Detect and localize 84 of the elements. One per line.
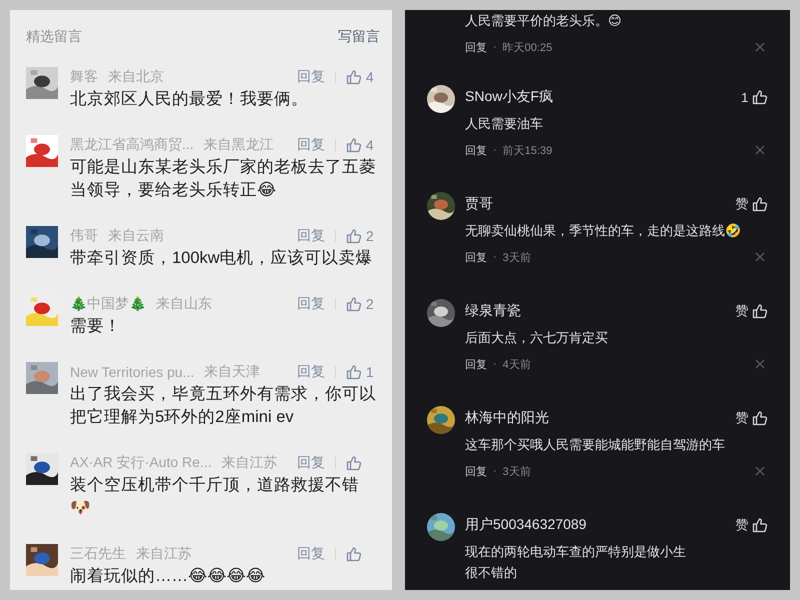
user-name: 黑龙江省高鸿商贸... bbox=[70, 136, 194, 154]
like-button[interactable]: 2 bbox=[346, 296, 376, 312]
reply-link[interactable]: 回复 bbox=[465, 356, 487, 372]
thumbs-up-icon bbox=[346, 296, 362, 312]
like-button[interactable]: 赞 bbox=[735, 195, 768, 213]
comment-time: 前天15:39 bbox=[502, 144, 552, 158]
user-location: 来自江苏 bbox=[222, 454, 278, 472]
comment-text: 需要！ bbox=[70, 316, 122, 337]
like-button[interactable]: 赞 bbox=[735, 516, 768, 534]
user-name: 贾哥 bbox=[465, 195, 493, 213]
comment-time: 昨天00:25 bbox=[502, 40, 552, 54]
reply-link[interactable]: 回复 bbox=[297, 363, 325, 381]
thumbs-up-icon bbox=[346, 228, 362, 244]
reply-link[interactable]: 回复 bbox=[297, 136, 325, 154]
thumbs-up-icon bbox=[752, 303, 768, 319]
reply-link[interactable]: 回复 bbox=[297, 454, 325, 472]
reply-link[interactable]: 回复 bbox=[465, 142, 487, 158]
reply-link[interactable]: 回复 bbox=[297, 227, 325, 245]
comment-time: 3天前 bbox=[502, 250, 531, 264]
thumbs-up-icon bbox=[346, 455, 362, 471]
reply-link[interactable]: 回复 bbox=[297, 545, 325, 563]
user-location: 来自黑龙江 bbox=[204, 136, 274, 154]
user-location: 来自江苏 bbox=[136, 545, 192, 563]
user-name: 舞客 bbox=[70, 68, 98, 86]
comment-text: 北京郊区人民的最爱！我要俩。 bbox=[70, 89, 309, 110]
user-location: 来自山东 bbox=[156, 295, 212, 313]
close-icon[interactable] bbox=[754, 144, 766, 156]
user-name: 用户500346327089 bbox=[465, 516, 586, 534]
user-name: 林海中的阳光 bbox=[465, 409, 549, 427]
reply-link[interactable]: 回复 bbox=[297, 68, 325, 86]
comment-text: 无聊卖仙桃仙果，季节性的车，走的是这路线🤣 bbox=[465, 222, 742, 240]
thumbs-up-icon bbox=[752, 517, 768, 533]
user-name: 🎄中国梦🎄 bbox=[70, 295, 146, 313]
comment-text: 人民需要油车 bbox=[465, 115, 544, 133]
comment-text: 可能是山东某老头乐厂家的老板去了五菱当领导，要给老头乐转正😂 bbox=[70, 157, 376, 201]
comment-text: 很不错的 bbox=[465, 564, 518, 582]
thumbs-up-icon bbox=[752, 196, 768, 212]
user-name: AX·AR 安行·Auto Re... bbox=[70, 454, 212, 472]
user-name: SNow小友F疯 bbox=[465, 88, 553, 106]
reply-link[interactable]: 回复 bbox=[297, 295, 325, 313]
like-button[interactable]: 4 bbox=[346, 69, 376, 85]
comment-text: 后面大点，六七万肯定买 bbox=[465, 329, 609, 347]
close-icon[interactable] bbox=[754, 465, 766, 477]
like-button[interactable]: 赞 bbox=[735, 302, 768, 320]
thumbs-up-icon bbox=[346, 69, 362, 85]
user-location: 来自北京 bbox=[108, 68, 164, 86]
thumbs-up-icon bbox=[752, 89, 768, 105]
comment-text: 人民需要平价的老头乐。😊 bbox=[465, 12, 623, 30]
reply-link[interactable]: 回复 bbox=[465, 464, 487, 478]
user-name: 三石先生 bbox=[70, 545, 126, 563]
comment-text: 出了我会买，毕竟五环外有需求，你可以把它理解为5环外的2座mini ev bbox=[70, 384, 376, 428]
user-name: 绿泉青瓷 bbox=[465, 302, 521, 320]
thumbs-up-icon bbox=[346, 137, 362, 153]
thumbs-up-icon bbox=[346, 546, 362, 562]
write-comment-link[interactable]: 写留言 bbox=[338, 28, 380, 46]
comment-time: 4天前 bbox=[502, 358, 531, 372]
user-location: 来自天津 bbox=[204, 363, 260, 381]
section-title: 精选留言 bbox=[26, 28, 82, 46]
like-button[interactable]: 1 bbox=[346, 364, 376, 380]
like-button[interactable]: 4 bbox=[346, 137, 376, 153]
comment-text: 带牵引资质，100kw电机，应该可以卖爆 bbox=[70, 248, 374, 269]
close-icon[interactable] bbox=[754, 41, 766, 53]
like-button[interactable]: 1 bbox=[741, 89, 768, 105]
comment-text: 这车那个买哦人民需要能城能野能自驾游的车 bbox=[465, 436, 726, 454]
comment-text: 现在的两轮电动车查的严特别是做小生 bbox=[465, 543, 687, 561]
comment-text: 闹着玩似的……😂😂😂😂 bbox=[70, 566, 266, 587]
separator-dot: · bbox=[493, 251, 497, 263]
reply-link[interactable]: 回复 bbox=[465, 250, 487, 264]
separator-dot: · bbox=[493, 465, 497, 477]
comment-time: 3天前 bbox=[502, 464, 531, 478]
like-button[interactable]: 赞 bbox=[735, 409, 768, 427]
thumbs-up-icon bbox=[346, 364, 362, 380]
reply-link[interactable]: 回复 bbox=[465, 40, 487, 54]
close-icon[interactable] bbox=[754, 358, 766, 370]
user-name: 伟哥 bbox=[70, 227, 98, 245]
user-location: 来自云南 bbox=[108, 227, 164, 245]
like-button[interactable]: 2 bbox=[346, 228, 376, 244]
user-name: New Territories pu... bbox=[70, 364, 194, 380]
thumbs-up-icon bbox=[752, 410, 768, 426]
separator-dot: · bbox=[493, 41, 497, 53]
comment-text: 装个空压机带个千斤顶，道路救援不错🐶 bbox=[70, 475, 360, 519]
close-icon[interactable] bbox=[754, 251, 766, 263]
separator-dot: · bbox=[493, 144, 497, 156]
separator-dot: · bbox=[493, 358, 497, 370]
